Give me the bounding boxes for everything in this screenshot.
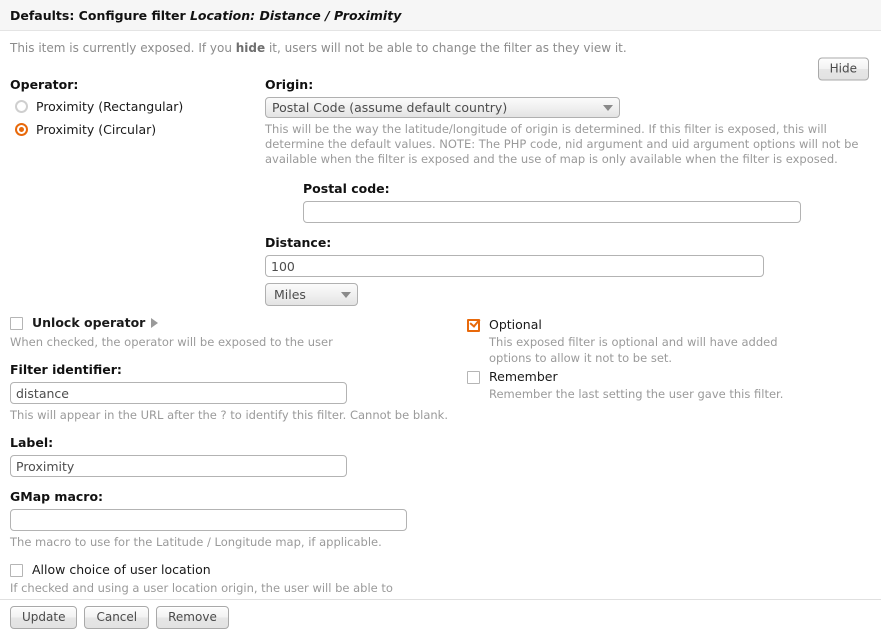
filter-label-label: Label: [10, 435, 54, 450]
intro-text-before: This item is currently exposed. If you [10, 41, 236, 55]
update-button[interactable]: Update [10, 606, 78, 629]
origin-column: Origin: Postal Code (assume default coun… [265, 69, 871, 306]
top-columns: Operator: Proximity (Rectangular) Proxim… [10, 69, 871, 306]
origin-subfields: Postal code: [303, 181, 871, 223]
operator-radio-rectangular[interactable]: Proximity (Rectangular) [10, 97, 265, 116]
filter-identifier-label: Filter identifier: [10, 362, 122, 377]
optional-label: Optional [489, 317, 542, 332]
checkbox-unchecked-icon[interactable] [10, 317, 23, 330]
operator-label: Operator: [10, 77, 79, 92]
filter-label-input[interactable] [10, 455, 347, 477]
origin-select-value: Postal Code (assume default country) [272, 100, 508, 115]
chevron-down-icon [341, 291, 351, 298]
exposed-status-text: This item is currently exposed. If you h… [10, 40, 871, 56]
intro-bold-word: hide [235, 41, 266, 55]
intro-text-after: it, users will not be able to change the… [265, 41, 627, 55]
dialog-body: Operator: Proximity (Rectangular) Proxim… [0, 69, 881, 628]
dialog-footer: Update Cancel Remove [0, 599, 881, 635]
lower-columns: Unlock operator When checked, the operat… [10, 315, 871, 628]
checkbox-unchecked-icon[interactable] [467, 371, 480, 384]
optional-description: This exposed filter is optional and will… [489, 335, 778, 365]
operator-column: Operator: Proximity (Rectangular) Proxim… [10, 69, 265, 143]
page-title-prefix: Defaults: Configure filter [10, 7, 190, 23]
remember-group: Remember Remember the last setting the u… [467, 369, 871, 402]
postal-code-label: Postal code: [303, 181, 390, 196]
gmap-macro-description: The macro to use for the Latitude / Long… [10, 535, 382, 549]
optional-group: Optional This exposed filter is optional… [467, 317, 871, 366]
gmap-macro-label: GMap macro: [10, 489, 104, 504]
radio-unchecked-icon[interactable] [15, 100, 28, 113]
gmap-macro-group: GMap macro: The macro to use for the Lat… [10, 489, 450, 550]
allow-choice-label: Allow choice of user location [32, 562, 211, 577]
remove-button[interactable]: Remove [156, 606, 229, 629]
origin-description: This will be the way the latitude/longit… [265, 122, 859, 166]
checkbox-unchecked-icon[interactable] [10, 564, 23, 577]
operator-option-label: Proximity (Circular) [36, 122, 157, 137]
exposed-options-column: Optional This exposed filter is optional… [450, 315, 871, 402]
unlock-operator-text: Unlock operator [32, 315, 146, 330]
origin-select[interactable]: Postal Code (assume default country) [265, 97, 620, 118]
remember-row[interactable]: Remember [467, 369, 871, 385]
unlock-operator-description: When checked, the operator will be expos… [10, 335, 333, 349]
allow-choice-row[interactable]: Allow choice of user location [10, 562, 450, 578]
radio-checked-icon[interactable] [15, 123, 28, 136]
operator-option-label: Proximity (Rectangular) [36, 99, 184, 114]
filter-identifier-group: Filter identifier: This will appear in t… [10, 362, 450, 423]
unlock-operator-label: Unlock operator [32, 315, 159, 331]
exposed-status-row: This item is currently exposed. If you h… [0, 31, 881, 81]
origin-label: Origin: [265, 77, 314, 92]
postal-code-input[interactable] [303, 201, 801, 223]
distance-units-value: Miles [274, 287, 306, 302]
checkbox-checked-icon[interactable] [467, 319, 480, 332]
remember-label: Remember [489, 369, 558, 384]
operator-radio-circular[interactable]: Proximity (Circular) [10, 120, 265, 139]
distance-group: Distance: Miles [265, 235, 871, 306]
cancel-button[interactable]: Cancel [84, 606, 150, 629]
disclosure-triangle-icon[interactable] [151, 317, 159, 328]
filter-identifier-input[interactable] [10, 382, 347, 404]
chevron-down-icon [603, 104, 613, 111]
distance-input[interactable] [265, 255, 764, 277]
settings-column: Unlock operator When checked, the operat… [10, 315, 450, 628]
page-title-emphasis: Location: Distance / Proximity [189, 7, 402, 23]
gmap-macro-input[interactable] [10, 509, 407, 531]
unlock-operator-row[interactable]: Unlock operator [10, 315, 450, 331]
distance-units-select[interactable]: Miles [265, 283, 358, 306]
optional-row[interactable]: Optional [467, 317, 871, 333]
distance-label: Distance: [265, 235, 332, 250]
filter-identifier-description: This will appear in the URL after the ? … [10, 408, 448, 422]
label-group: Label: [10, 435, 450, 477]
remember-description: Remember the last setting the user gave … [489, 387, 784, 401]
dialog-titlebar: Defaults: Configure filter Location: Dis… [0, 0, 881, 31]
